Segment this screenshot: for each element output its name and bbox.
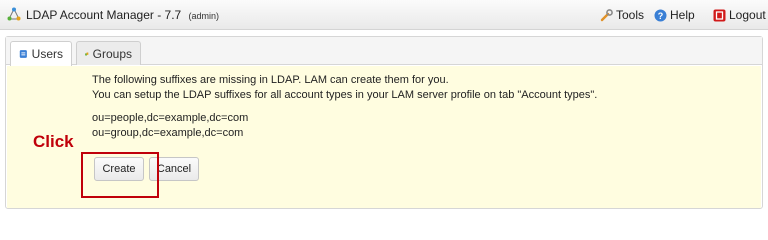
tab-users-label: Users: [31, 47, 63, 61]
app-title-text: LDAP Account Manager - 7.7: [26, 8, 182, 22]
tab-groups-label: Groups: [92, 46, 132, 61]
logout-icon: [713, 9, 726, 21]
click-highlight-box: [81, 152, 159, 198]
lam-logo-icon: [7, 7, 21, 21]
wrench-icon: [600, 8, 613, 21]
tab-users[interactable]: Users: [10, 41, 72, 66]
missing-suffix-message: The following suffixes are missing in LD…: [92, 74, 449, 86]
groups-icon: [85, 51, 89, 56]
help-label: Help: [670, 8, 695, 22]
click-annotation: Click: [33, 132, 74, 151]
suffix-item: ou=people,dc=example,dc=com: [92, 112, 249, 124]
current-user: (admin): [188, 11, 220, 21]
users-icon: [19, 50, 27, 58]
logout-label: Logout: [729, 8, 766, 22]
top-bar: LDAP Account Manager - 7.7 (admin) Tools…: [0, 0, 768, 30]
setup-hint-message: You can setup the LDAP suffixes for all …: [92, 89, 598, 101]
tools-link[interactable]: Tools: [600, 8, 644, 22]
help-link[interactable]: ? Help: [654, 8, 695, 22]
tools-label: Tools: [616, 8, 645, 22]
app-title: LDAP Account Manager - 7.7 (admin): [26, 8, 219, 22]
suffix-item: ou=group,dc=example,dc=com: [92, 127, 244, 139]
tab-groups[interactable]: Groups: [76, 41, 141, 65]
tab-bar: Users Groups: [6, 37, 762, 66]
svg-text:?: ?: [658, 11, 664, 21]
logout-link[interactable]: Logout: [713, 8, 766, 22]
help-icon: ?: [654, 9, 667, 21]
